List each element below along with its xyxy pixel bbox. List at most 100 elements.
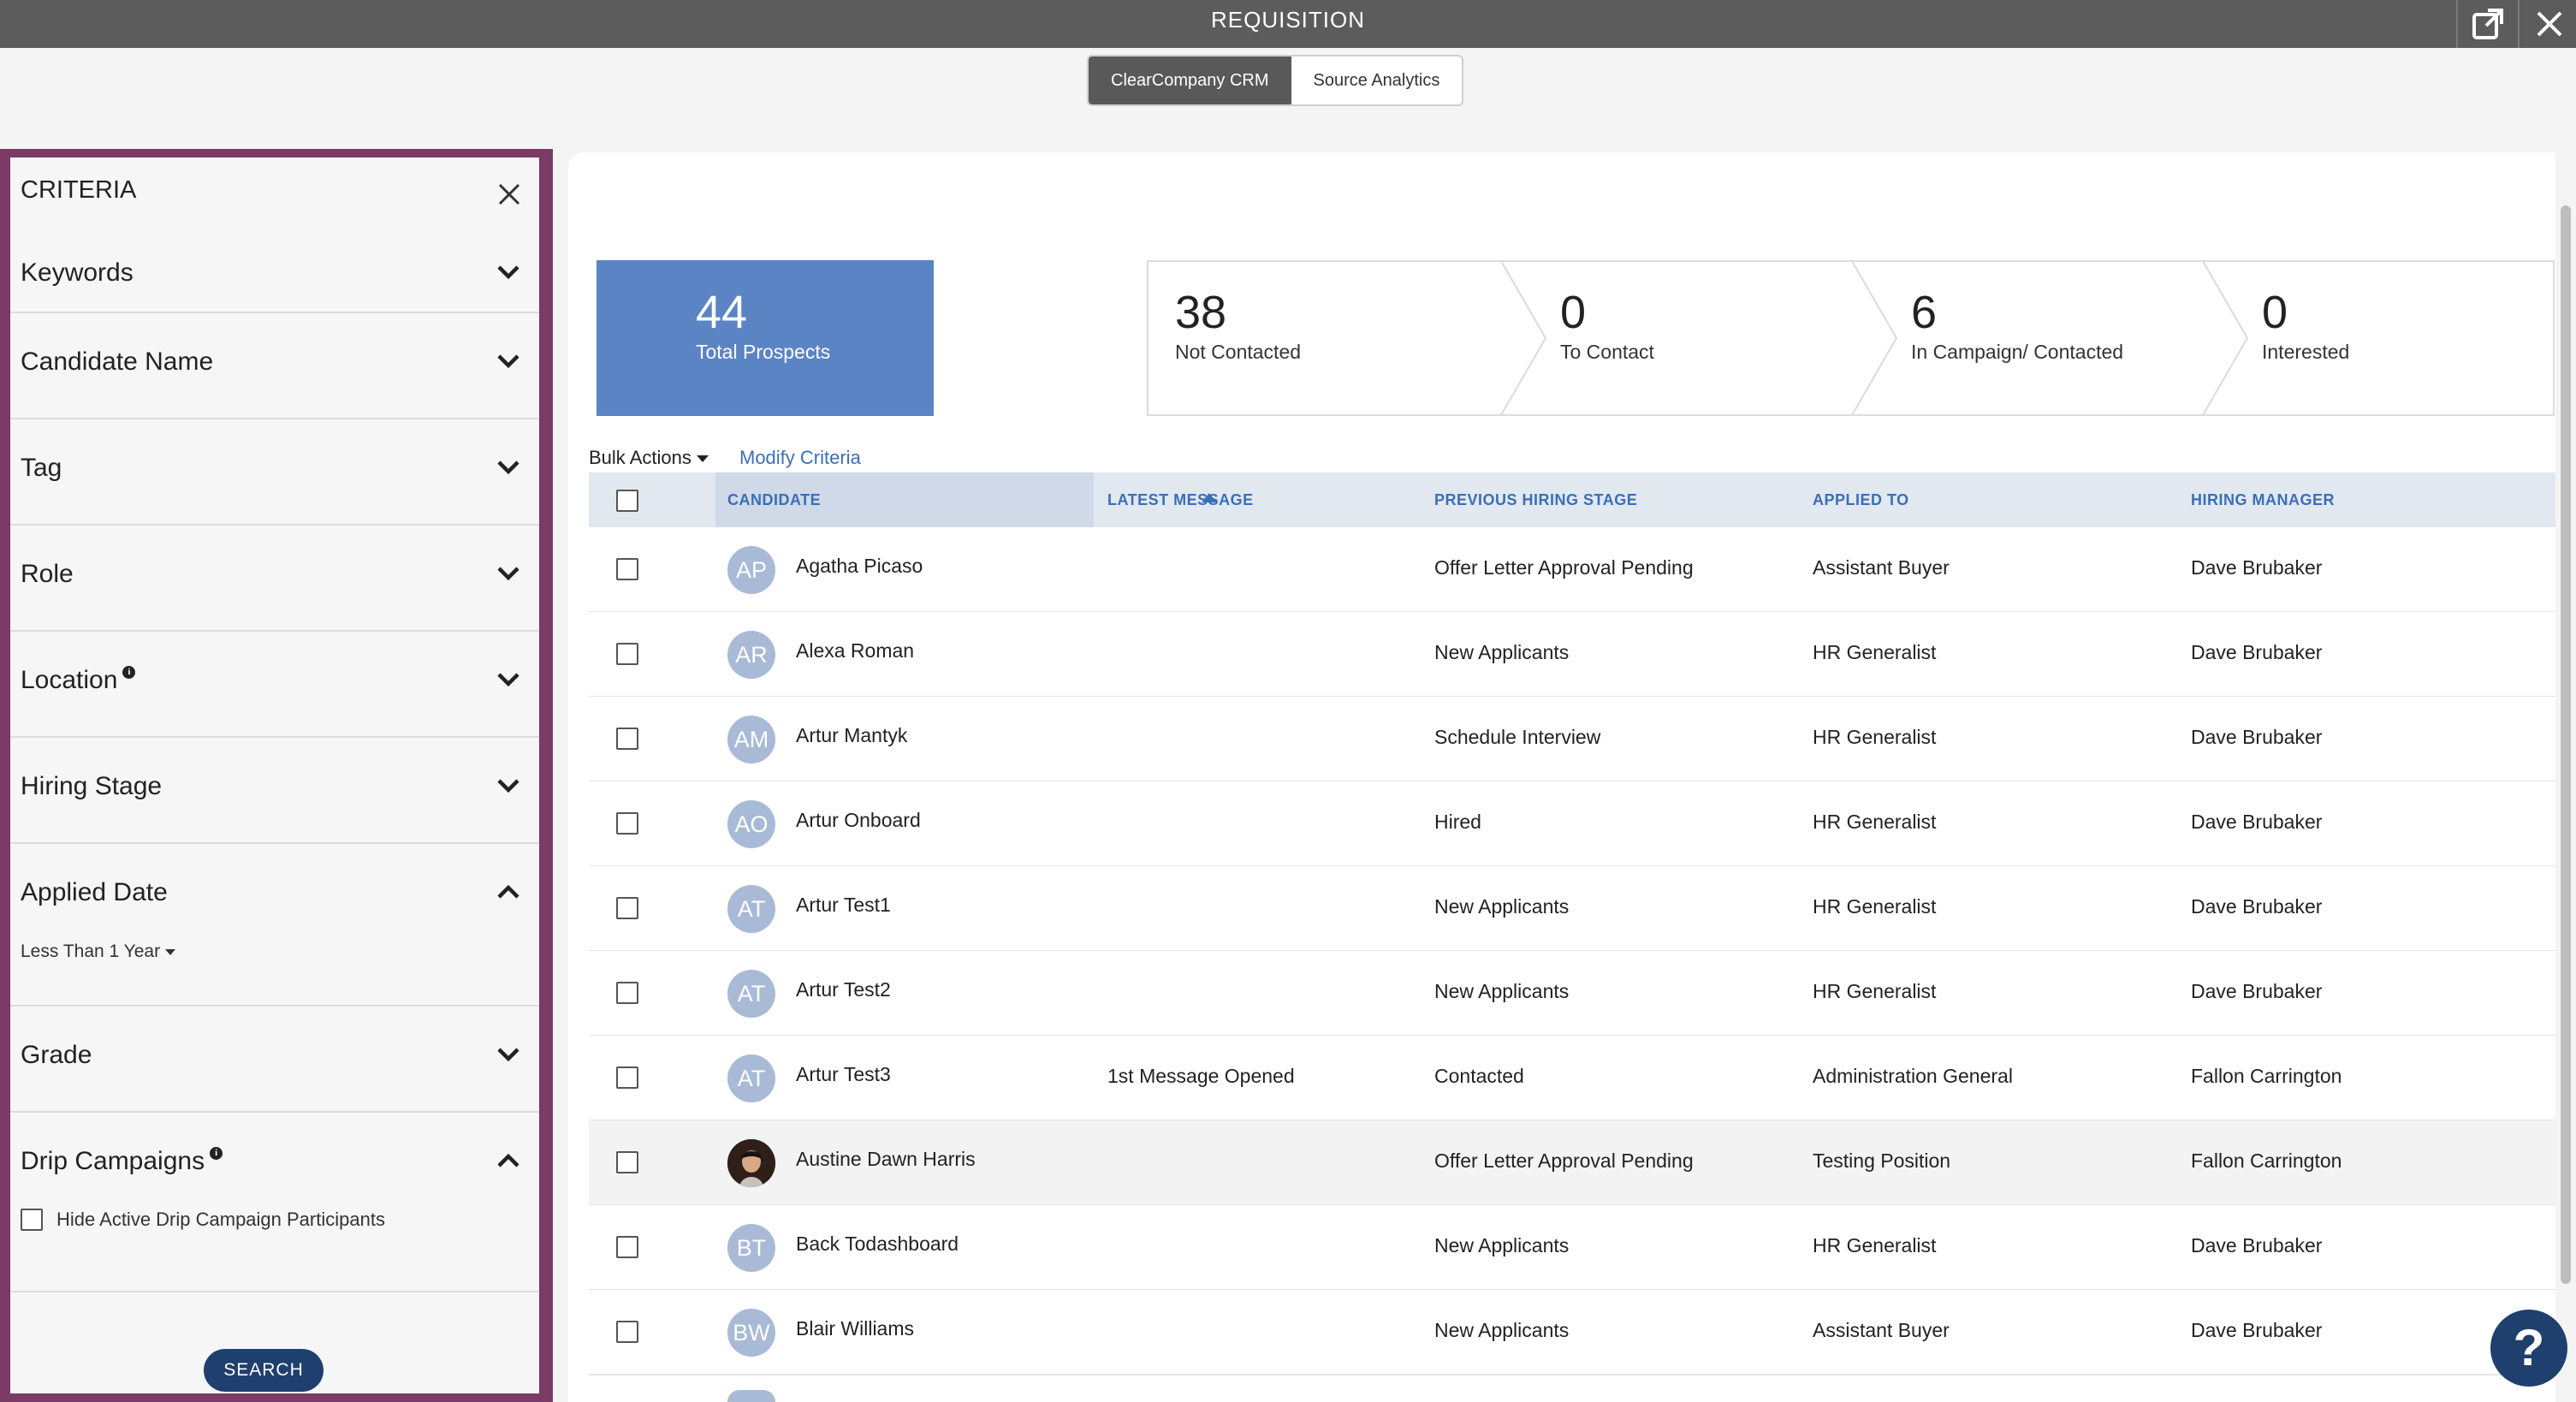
- table-row[interactable]: BW Blair Williams New Applicants Assista…: [589, 1290, 2555, 1375]
- candidate-column-header[interactable]: CANDIDATE: [715, 472, 1217, 527]
- caret-down-icon: [696, 455, 709, 463]
- to-contact-label: To Contact: [1560, 341, 1654, 363]
- table-row[interactable]: AT Artur Test3 1st Message Opened Contac…: [589, 1036, 2555, 1121]
- title-bar: REQUISITION: [0, 0, 2576, 48]
- location-label-text: Location: [21, 666, 118, 694]
- previous-hiring-stage: New Applicants: [1434, 1319, 1570, 1341]
- previous-hiring-stage: Offer Letter Approval Pending: [1434, 1150, 1694, 1172]
- avatar: AT: [727, 1054, 775, 1102]
- table-row[interactable]: AR Alexa Roman New Applicants HR General…: [589, 612, 2555, 698]
- vertical-scrollbar[interactable]: [2561, 205, 2571, 1284]
- avatar: AO: [727, 800, 775, 848]
- row-checkbox[interactable]: [616, 982, 638, 1004]
- column-latest-message[interactable]: LATEST MESSAGE: [1107, 491, 1254, 509]
- not-contacted-label: Not Contacted: [1175, 341, 1302, 363]
- criteria-applied-date-label[interactable]: Applied Date: [21, 878, 168, 907]
- candidate-name[interactable]: Artur Test3: [796, 1063, 891, 1086]
- column-applied-to[interactable]: APPLIED TO: [1813, 491, 1909, 509]
- criteria-grade[interactable]: Grade: [10, 1005, 539, 1113]
- row-checkbox[interactable]: [616, 897, 638, 919]
- table-row[interactable]: BT Back Todashboard New Applicants HR Ge…: [589, 1205, 2555, 1291]
- close-criteria-icon[interactable]: [496, 181, 522, 207]
- candidate-name[interactable]: Artur Test1: [796, 894, 891, 917]
- applied-to: HR Generalist: [1813, 895, 1937, 918]
- candidate-name[interactable]: Blair Williams: [796, 1317, 914, 1340]
- applied-to: Assistant Buyer: [1813, 1319, 1950, 1341]
- hide-drip-participants-checkbox[interactable]: [21, 1209, 43, 1231]
- criteria-applied-date: Applied Date Less Than 1 Year: [10, 842, 539, 1007]
- modify-criteria-link[interactable]: Modify Criteria: [739, 447, 861, 469]
- table-row[interactable]: AO Artur Onboard Hired HR Generalist Dav…: [589, 781, 2555, 867]
- applied-date-dropdown[interactable]: Less Than 1 Year: [21, 942, 176, 962]
- criteria-heading: CRITERIA: [21, 176, 137, 204]
- popout-button[interactable]: [2456, 0, 2518, 48]
- candidate-name[interactable]: Artur Test2: [796, 978, 891, 1001]
- table-row[interactable]: Austine Dawn Harris Offer Letter Approva…: [589, 1120, 2555, 1206]
- row-checkbox[interactable]: [616, 558, 638, 580]
- avatar: AR: [727, 631, 775, 679]
- row-checkbox[interactable]: [616, 643, 638, 665]
- table-row[interactable]: AM Artur Mantyk Schedule Interview HR Ge…: [589, 697, 2555, 782]
- criteria-tag[interactable]: Tag: [10, 418, 539, 526]
- applied-to: Administration General: [1813, 1065, 2013, 1087]
- criteria-candidate-name[interactable]: Candidate Name: [10, 312, 539, 419]
- candidate-name[interactable]: Alexa Roman: [796, 639, 914, 662]
- previous-hiring-stage: Schedule Interview: [1434, 726, 1601, 748]
- row-checkbox[interactable]: [616, 1236, 638, 1258]
- interested-label: Interested: [2262, 341, 2350, 363]
- chevron-up-icon[interactable]: [495, 878, 522, 906]
- tab-source-analytics[interactable]: Source Analytics: [1291, 56, 1463, 104]
- candidate-name[interactable]: Austine Dawn Harris: [796, 1148, 976, 1171]
- criteria-keywords[interactable]: Keywords: [10, 233, 539, 313]
- applied-to: HR Generalist: [1813, 726, 1937, 748]
- candidate-name[interactable]: Agatha Picaso: [796, 555, 923, 578]
- criteria-panel-body: CRITERIA Keywords Candidate Name Tag Rol…: [10, 157, 539, 1393]
- criteria-hiring-stage-label: Hiring Stage: [21, 772, 163, 800]
- table-row[interactable]: AT Artur Test2 New Applicants HR General…: [589, 951, 2555, 1037]
- applied-to: HR Generalist: [1813, 980, 1937, 1002]
- candidate-name[interactable]: Artur Mantyk: [796, 724, 907, 747]
- bulk-actions-dropdown[interactable]: Bulk Actions: [589, 447, 709, 469]
- search-button[interactable]: SEARCH: [204, 1349, 323, 1392]
- criteria-location[interactable]: Location i: [10, 630, 539, 738]
- chevron-down-icon: [497, 567, 519, 581]
- criteria-hiring-stage[interactable]: Hiring Stage: [10, 736, 539, 844]
- in-campaign-count: 6: [1911, 287, 1938, 338]
- info-icon[interactable]: i: [122, 666, 136, 679]
- column-hiring-manager[interactable]: HIRING MANAGER: [2191, 491, 2335, 509]
- avatar: AM: [727, 716, 775, 763]
- row-checkbox[interactable]: [616, 728, 638, 750]
- criteria-tag-label: Tag: [21, 454, 62, 482]
- window-title: REQUISITION: [1210, 7, 1365, 33]
- column-previous-hiring-stage[interactable]: PREVIOUS HIRING STAGE: [1434, 491, 1637, 509]
- tab-clearcompany-crm[interactable]: ClearCompany CRM: [1089, 56, 1291, 104]
- total-prospects-count: 44: [696, 287, 748, 338]
- criteria-grade-label: Grade: [21, 1041, 92, 1069]
- row-checkbox[interactable]: [616, 1151, 638, 1173]
- chevron-up-icon[interactable]: [495, 1147, 522, 1174]
- hiring-manager: Dave Brubaker: [2191, 1319, 2323, 1341]
- help-icon: ?: [2513, 1319, 2545, 1376]
- row-checkbox[interactable]: [616, 812, 638, 835]
- help-button[interactable]: ?: [2490, 1310, 2567, 1387]
- avatar: AT: [727, 970, 775, 1018]
- criteria-drip-campaigns-label[interactable]: Drip Campaigns i: [21, 1147, 223, 1176]
- select-all-checkbox[interactable]: [616, 490, 638, 512]
- hiring-manager: Dave Brubaker: [2191, 726, 2323, 748]
- criteria-drip-campaigns: Drip Campaigns i Hide Active Drip Campaig…: [10, 1111, 539, 1292]
- info-icon[interactable]: i: [210, 1147, 223, 1160]
- funnel-stage-interested[interactable]: [2201, 260, 2555, 416]
- candidate-name[interactable]: Back Todashboard: [796, 1233, 959, 1256]
- row-checkbox[interactable]: [616, 1321, 638, 1343]
- criteria-role[interactable]: Role: [10, 524, 539, 632]
- row-checkbox[interactable]: [616, 1066, 638, 1089]
- applied-to: HR Generalist: [1813, 641, 1937, 663]
- table-row[interactable]: AP Agatha Picaso Offer Letter Approval P…: [589, 527, 2555, 613]
- previous-hiring-stage: New Applicants: [1434, 895, 1570, 918]
- total-prospects-card[interactable]: 44 Total Prospects: [597, 260, 934, 416]
- avatar: AT: [727, 885, 775, 933]
- criteria-role-label: Role: [21, 560, 74, 588]
- table-row[interactable]: AT Artur Test1 New Applicants HR General…: [589, 866, 2555, 952]
- candidate-name[interactable]: Artur Onboard: [796, 809, 921, 832]
- close-window-button[interactable]: [2518, 0, 2576, 48]
